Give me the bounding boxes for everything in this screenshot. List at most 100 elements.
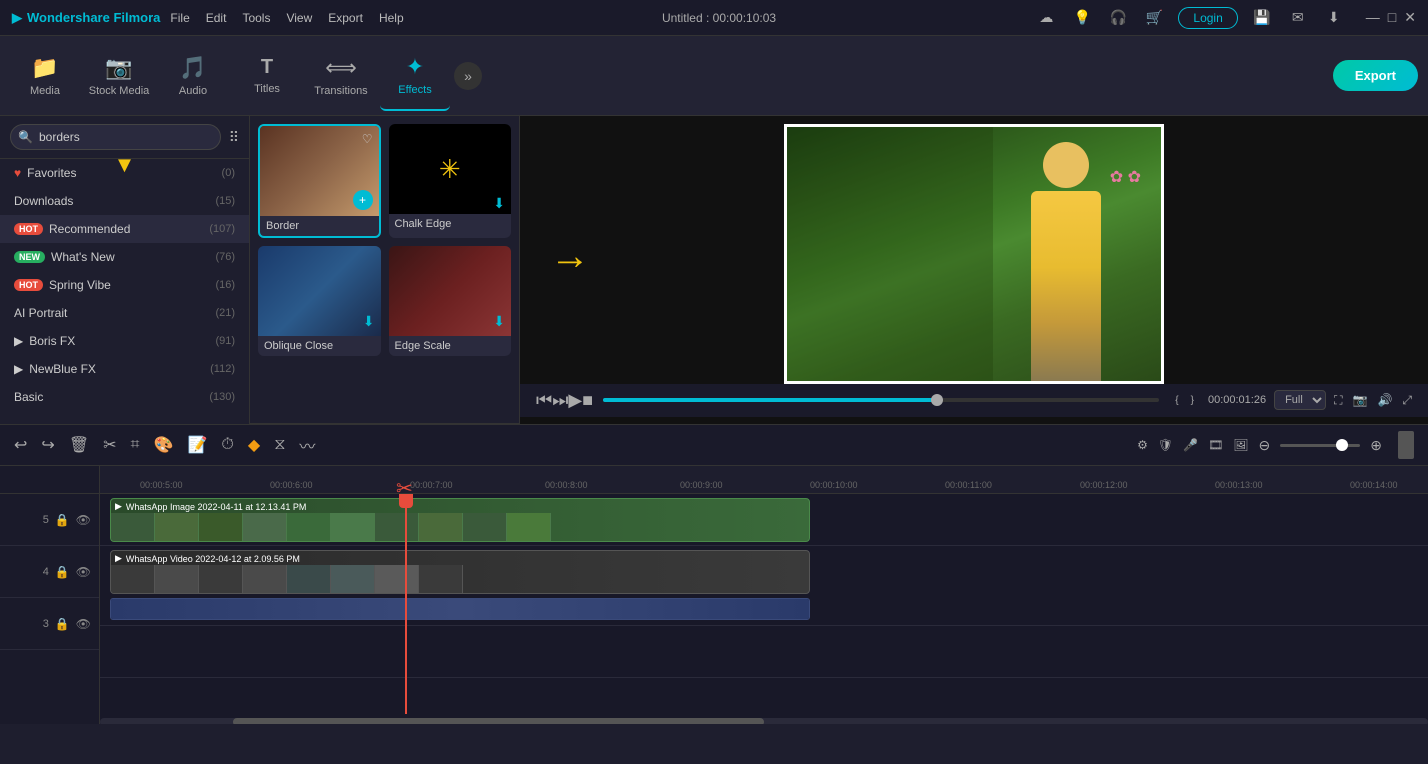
downloads-count: (15) [215, 195, 235, 207]
close-button[interactable]: ✕ [1404, 9, 1416, 26]
audio-wave-button[interactable]: 〰 [299, 433, 315, 457]
effect-card-edge-scale[interactable]: ⬇ Edge Scale [389, 246, 512, 356]
timeline: ↩ ↪ 🗑 ✂ ⌗ 🎨 📝 ⏱ ◆ ⧖ 〰 ⚙ 🛡 🎤 🎞 🖼 ⊖ ⊕ [0, 424, 1428, 724]
chalk-download-icon[interactable]: ⬇ [493, 195, 505, 212]
crop-button[interactable]: ⌗ [131, 436, 140, 454]
delete-button[interactable]: 🗑 [69, 435, 89, 455]
effect-settings-icon[interactable]: ⚙ [1137, 438, 1148, 452]
play-button[interactable]: ▶ [568, 390, 582, 411]
eye-icon-4[interactable]: 👁 [76, 565, 91, 579]
sidebar-item-ai-portrait[interactable]: AI Portrait (21) [0, 299, 249, 327]
sidebar-item-boris-fx[interactable]: ▶ Boris FX (91) [0, 327, 249, 355]
cloud-icon[interactable]: ☁ [1034, 6, 1058, 30]
video-clip-1[interactable]: ▶ WhatsApp Image 2022-04-11 at 12.13.41 … [110, 498, 810, 542]
frame-1e [287, 513, 331, 541]
tool-audio[interactable]: 🎵 Audio [158, 41, 228, 111]
step-back-button[interactable]: ⏭ [552, 390, 568, 411]
effect-card-border[interactable]: ♡ + Border [258, 124, 381, 238]
maximize-button[interactable]: □ [1388, 9, 1396, 26]
time-marker-6: 00:00:10:00 [810, 480, 858, 490]
lock-icon-4[interactable]: 🔒 [55, 565, 70, 579]
picture-icon[interactable]: 🖼 [1233, 438, 1248, 452]
mic-icon[interactable]: 🎤 [1183, 438, 1198, 452]
eye-icon-5[interactable]: 👁 [76, 513, 91, 527]
prev-frame-button[interactable]: ⏮ [536, 390, 552, 411]
preview-video-frame: ✿ ✿ [784, 124, 1164, 384]
undo-button[interactable]: ↩ [14, 435, 27, 455]
tool-media[interactable]: 📁 Media [10, 41, 80, 111]
lock-icon-5[interactable]: 🔒 [55, 513, 70, 527]
bulb-icon[interactable]: 💡 [1070, 6, 1094, 30]
edge-scale-download-icon[interactable]: ⬇ [493, 313, 505, 330]
cart-icon[interactable]: 🛒 [1142, 6, 1166, 30]
minimize-button[interactable]: — [1366, 9, 1380, 26]
sidebar-item-basic[interactable]: Basic (130) [0, 383, 249, 411]
filmstrip-icon[interactable]: 🎞 [1208, 438, 1223, 452]
playhead-marker [405, 494, 407, 714]
sidebar-item-downloads[interactable]: Downloads (15) [0, 187, 249, 215]
expand-icon[interactable]: ⤢ [1402, 393, 1412, 408]
menu-help[interactable]: Help [379, 11, 404, 25]
adjust-button[interactable]: ⧖ [274, 436, 285, 454]
lock-icon-3[interactable]: 🔒 [55, 617, 70, 631]
zoom-slider[interactable] [1280, 444, 1360, 447]
snapshot-icon[interactable]: 📷 [1352, 393, 1367, 407]
more-tools-button[interactable]: » [454, 62, 482, 90]
video-clip-2[interactable]: ▶ WhatsApp Video 2022-04-12 at 2.09.56 P… [110, 550, 810, 594]
sidebar-item-recommended[interactable]: HOT Recommended (107) [0, 215, 249, 243]
search-input[interactable] [10, 124, 221, 150]
timeline-scrollbar[interactable] [100, 718, 1428, 724]
frame-1j [507, 513, 551, 541]
effect-card-chalk-edge[interactable]: ✳ ⬇ Chalk Edge [389, 124, 512, 238]
downloads-label: Downloads [14, 194, 73, 208]
menu-view[interactable]: View [286, 11, 312, 25]
zoom-out-icon[interactable]: ⊖ [1259, 437, 1271, 454]
download-icon[interactable]: ⬇ [1322, 6, 1346, 30]
color-button[interactable]: 🎨 [154, 435, 174, 455]
mail-icon[interactable]: ✉ [1286, 6, 1310, 30]
tool-transitions[interactable]: ⟺ Transitions [306, 41, 376, 111]
tool-stock-media[interactable]: 📷 Stock Media [84, 41, 154, 111]
export-button[interactable]: Export [1333, 60, 1418, 91]
zoom-in-icon[interactable]: ⊕ [1370, 437, 1382, 454]
tool-effects[interactable]: ✦ Effects [380, 41, 450, 111]
border-add-icon[interactable]: + [353, 190, 373, 210]
progress-fill [603, 398, 937, 402]
time-marker-1: 00:00:5:00 [140, 480, 183, 490]
border-heart-icon[interactable]: ♡ [362, 132, 373, 146]
timeline-view-toggle[interactable] [1398, 431, 1414, 459]
headset-icon[interactable]: 🎧 [1106, 6, 1130, 30]
menu-export[interactable]: Export [328, 11, 363, 25]
volume-icon[interactable]: 🔊 [1377, 393, 1392, 407]
save-icon[interactable]: 💾 [1250, 6, 1274, 30]
tool-titles[interactable]: T Titles [232, 41, 302, 111]
grid-view-icon[interactable]: ⠿ [229, 129, 239, 146]
sidebar-item-newblue-fx[interactable]: ▶ NewBlue FX (112) [0, 355, 249, 383]
audio-waveform-clip[interactable] [110, 598, 810, 620]
frame-1a [111, 513, 155, 541]
redo-button[interactable]: ↪ [41, 435, 54, 455]
sidebar-item-whats-new[interactable]: NEW What's New (76) [0, 243, 249, 271]
keyframe-button[interactable]: ◆ [248, 435, 260, 455]
menu-edit[interactable]: Edit [206, 11, 227, 25]
shield-icon[interactable]: 🛡 [1158, 438, 1173, 452]
duration-button[interactable]: ⏱ [221, 436, 233, 454]
audio-icon: 🎵 [179, 55, 206, 81]
edge-scale-label: Edge Scale [389, 336, 512, 356]
time-marker-4: 00:00:8:00 [545, 480, 588, 490]
text-button[interactable]: 📝 [187, 435, 207, 455]
fullscreen-icon[interactable]: ⛶ [1334, 393, 1342, 408]
cut-button[interactable]: ✂ [103, 435, 116, 455]
frame-2c [199, 565, 243, 593]
frame-2b [155, 565, 199, 593]
effect-card-oblique-close[interactable]: ⬇ Oblique Close [258, 246, 381, 356]
login-button[interactable]: Login [1178, 7, 1237, 29]
sidebar-item-spring-vibe[interactable]: HOT Spring Vibe (16) [0, 271, 249, 299]
progress-bar[interactable] [603, 398, 1159, 402]
oblique-download-icon[interactable]: ⬇ [363, 313, 375, 330]
eye-icon-3[interactable]: 👁 [76, 617, 91, 631]
quality-select[interactable]: Full 1/2 1/4 [1274, 390, 1326, 410]
menu-tools[interactable]: Tools [242, 11, 270, 25]
menu-file[interactable]: File [170, 11, 189, 25]
stop-button[interactable]: ■ [582, 390, 593, 411]
